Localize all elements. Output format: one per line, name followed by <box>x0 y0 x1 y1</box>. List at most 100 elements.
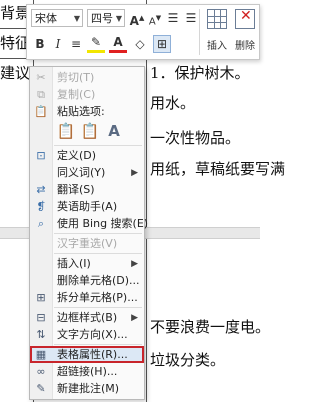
numbering-icon: ☰ <box>185 11 197 25</box>
doc-text-sorting: 垃圾分类。 <box>150 351 226 369</box>
center-align-icon: ≡ <box>70 37 82 51</box>
menu-item-label: 边框样式(B) <box>57 311 118 324</box>
table-properties-icon: ▦ <box>35 348 47 361</box>
shrink-font-icon: A <box>148 16 156 28</box>
paste-icon: 📋 <box>34 105 48 118</box>
menu-item-label: 定义(D) <box>57 149 97 162</box>
font-name-select[interactable]: 宋体 ▼ <box>31 9 83 27</box>
delete-label: 删除 <box>235 41 255 52</box>
menu-item-cut[interactable]: ✂ 剪切(T) <box>30 69 144 86</box>
bullets-icon: ☰ <box>167 11 179 25</box>
font-size-value: 四号 <box>91 12 113 25</box>
grow-font-icon: A <box>129 14 139 28</box>
menu-item-label: 使用 Bing 搜索(E) <box>57 217 149 230</box>
paste-options-row: 📋 📋 A <box>56 120 136 144</box>
doc-text-protect-trees: 1．保护树木。 <box>150 64 250 82</box>
menu-separator <box>54 233 142 234</box>
shrink-font-button[interactable]: A▼ <box>146 9 164 27</box>
insert-label: 插入 <box>207 41 227 52</box>
menu-item-table-properties[interactable]: ▦ 表格属性(R)... <box>30 346 144 363</box>
italic-icon: I <box>55 37 61 51</box>
shading-button[interactable]: ◇ <box>131 35 149 53</box>
paste-merge-formatting-icon[interactable]: 📋 <box>80 120 100 142</box>
context-menu: ✂ 剪切(T) ⧉ 复制(C) 📋 粘贴选项: 📋 📋 A ⊡ 定义(D) 同义… <box>29 66 148 400</box>
definition-icon: ⊡ <box>36 149 46 162</box>
copy-icon: ⧉ <box>37 88 45 101</box>
font-color-button[interactable]: A <box>109 35 127 53</box>
italic-button[interactable]: I <box>49 35 67 53</box>
delete-table-button[interactable]: ✕ 删除 <box>230 8 260 52</box>
menu-item-bing-search[interactable]: ⌕ 使用 Bing 搜索(E) <box>30 215 148 232</box>
shading-icon: ◇ <box>135 37 145 51</box>
menu-item-paste-options: 📋 粘贴选项: <box>30 103 144 120</box>
text-direction-icon: ⇅ <box>36 328 46 341</box>
menu-item-border-style[interactable]: ⊟ 边框样式(B) ▶ <box>30 309 144 326</box>
doc-text-suggestions: 建议 <box>0 64 31 82</box>
font-color-icon: A <box>113 35 123 49</box>
menu-item-reconvert[interactable]: 汉字重选(V) <box>30 235 144 252</box>
menu-item-text-direction[interactable]: ⇅ 文字方向(X)... <box>30 326 144 343</box>
menu-item-split-cells[interactable]: ⊞ 拆分单元格(P)... <box>30 289 144 306</box>
menu-item-delete-cells[interactable]: 删除单元格(D)... <box>30 272 144 289</box>
menu-item-label: 翻译(S) <box>57 183 95 196</box>
paste-text-only-icon[interactable]: A <box>104 120 124 142</box>
bold-button[interactable]: B <box>31 35 49 53</box>
menu-separator <box>54 307 142 308</box>
center-align-button[interactable]: ≡ <box>67 35 85 53</box>
split-cells-icon: ⊞ <box>36 291 46 304</box>
menu-item-label: 粘贴选项: <box>57 105 105 118</box>
menu-item-label: 文字方向(X)... <box>57 328 128 341</box>
menu-item-label: 复制(C) <box>57 88 96 101</box>
insert-table-button[interactable]: 插入 <box>202 9 232 52</box>
menu-item-label: 删除单元格(D)... <box>57 274 140 287</box>
font-size-select[interactable]: 四号 ▼ <box>87 9 125 27</box>
hyperlink-icon: ∞ <box>36 365 46 378</box>
menu-separator <box>54 344 142 345</box>
menu-item-define[interactable]: ⊡ 定义(D) <box>30 147 144 164</box>
menu-item-label: 剪切(T) <box>57 71 95 84</box>
context-menu-extension <box>29 378 145 402</box>
border-style-icon: ⊟ <box>36 311 46 324</box>
english-assistant-icon: ❡ <box>36 200 46 213</box>
chevron-down-icon: ▼ <box>115 14 122 23</box>
menu-item-label: 拆分单元格(P)... <box>57 291 138 304</box>
menu-item-synonyms[interactable]: 同义词(Y) ▶ <box>30 164 144 181</box>
insert-table-icon <box>207 9 227 29</box>
menu-item-insert[interactable]: 插入(I) ▶ <box>30 255 144 272</box>
highlight-icon: ✎ <box>90 35 102 49</box>
menu-item-translate[interactable]: ⇄ 翻译(S) <box>30 181 144 198</box>
translate-icon: ⇄ <box>36 183 46 196</box>
menu-item-label: 汉字重选(V) <box>57 237 118 250</box>
toolbar-divider <box>199 9 200 55</box>
chevron-down-icon: ▼ <box>73 14 80 23</box>
scissors-icon: ✂ <box>36 71 46 84</box>
menu-item-label: 表格属性(R)... <box>57 348 128 361</box>
menu-item-english-assistant[interactable]: ❡ 英语助手(A) <box>30 198 144 215</box>
doc-text-paper: 用纸，草稿纸要写满 <box>150 160 286 178</box>
menu-item-label: 插入(I) <box>57 257 91 270</box>
menu-item-label: 同义词(Y) <box>57 166 106 179</box>
numbering-button[interactable]: ☰ <box>182 9 200 27</box>
borders-icon: ⊞ <box>156 37 168 51</box>
bullets-button[interactable]: ☰ <box>164 9 182 27</box>
paste-keep-formatting-icon[interactable]: 📋 <box>56 120 76 142</box>
delete-table-icon: ✕ <box>235 8 255 29</box>
mini-toolbar: 宋体 ▼ 四号 ▼ A▲ A▼ ☰ ☰ B I ≡ ✎ A ◇ ⊞ 插入 ✕ 删… <box>26 4 260 60</box>
doc-text-disposables: 一次性物品。 <box>150 129 241 147</box>
chevron-right-icon: ▶ <box>131 168 138 178</box>
bing-search-icon: ⌕ <box>37 217 45 230</box>
menu-item-label: 超链接(H)... <box>57 365 118 378</box>
doc-text-electricity: 不要浪费一度电。 <box>150 318 271 336</box>
menu-item-copy[interactable]: ⧉ 复制(C) <box>30 86 144 103</box>
font-name-value: 宋体 <box>35 12 57 25</box>
bold-icon: B <box>35 37 45 51</box>
grow-font-button[interactable]: A▲ <box>128 9 146 28</box>
doc-text-water: 用水。 <box>150 94 196 112</box>
menu-item-label: 英语助手(A) <box>57 200 118 213</box>
menu-separator <box>54 145 142 146</box>
highlight-button[interactable]: ✎ <box>87 35 105 53</box>
borders-button[interactable]: ⊞ <box>153 35 171 53</box>
menu-separator <box>54 253 142 254</box>
chevron-right-icon: ▶ <box>131 259 138 269</box>
chevron-right-icon: ▶ <box>131 313 138 323</box>
